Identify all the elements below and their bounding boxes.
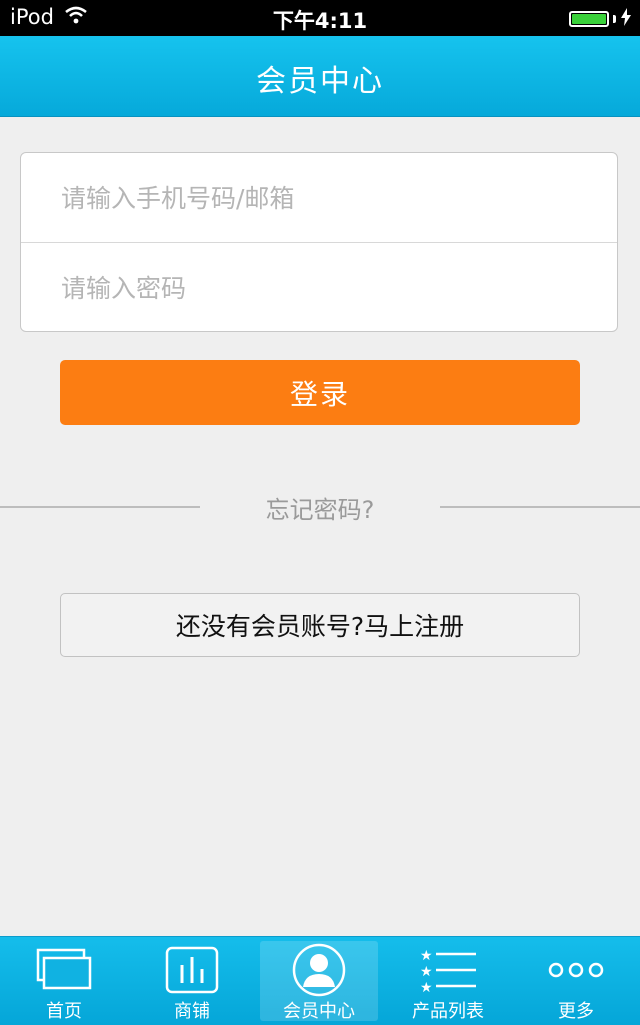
forgot-password-link[interactable]: 忘记密码?	[200, 490, 440, 525]
tab-label-product-list: 产品列表	[412, 1001, 484, 1022]
member-icon	[260, 943, 378, 997]
svg-text:★: ★	[420, 980, 433, 994]
battery-tip	[613, 15, 616, 23]
home-icon	[0, 943, 128, 997]
product-list-icon: ★ ★ ★	[384, 943, 512, 997]
tab-member-center[interactable]: 会员中心	[260, 941, 378, 1022]
tab-store[interactable]: 商铺	[128, 937, 256, 1025]
charging-icon	[620, 8, 632, 30]
divider-right	[440, 506, 640, 508]
svg-text:★: ★	[420, 964, 433, 980]
status-bar: iPod 下午4:11	[0, 0, 640, 36]
login-form	[20, 152, 618, 333]
page-title: 会员中心	[256, 64, 384, 99]
tab-label-home: 首页	[46, 1001, 82, 1022]
battery-icon	[569, 11, 609, 27]
status-bar-time: 下午4:11	[272, 9, 368, 33]
svg-text:★: ★	[420, 948, 433, 964]
more-icon	[512, 943, 640, 997]
tab-product-list[interactable]: ★ ★ ★ 产品列表	[384, 937, 512, 1025]
tab-home[interactable]: 首页	[0, 937, 128, 1025]
login-button[interactable]: 登录	[60, 360, 580, 425]
tab-label-member-center: 会员中心	[283, 1001, 355, 1022]
tab-label-store: 商铺	[174, 1001, 210, 1022]
password-input[interactable]	[21, 243, 617, 333]
phone-email-input[interactable]	[21, 153, 617, 243]
divider-left	[0, 506, 200, 508]
status-bar-right	[569, 8, 632, 30]
tab-label-more: 更多	[558, 1001, 594, 1022]
store-icon	[128, 943, 256, 997]
bottom-tab-bar: 首页 商铺 会员中心 ★ ★ ★ 产品列表 更多	[0, 936, 640, 1025]
tab-more[interactable]: 更多	[512, 937, 640, 1025]
page-header: 会员中心	[0, 36, 640, 117]
register-button[interactable]: 还没有会员账号?马上注册	[60, 593, 580, 657]
